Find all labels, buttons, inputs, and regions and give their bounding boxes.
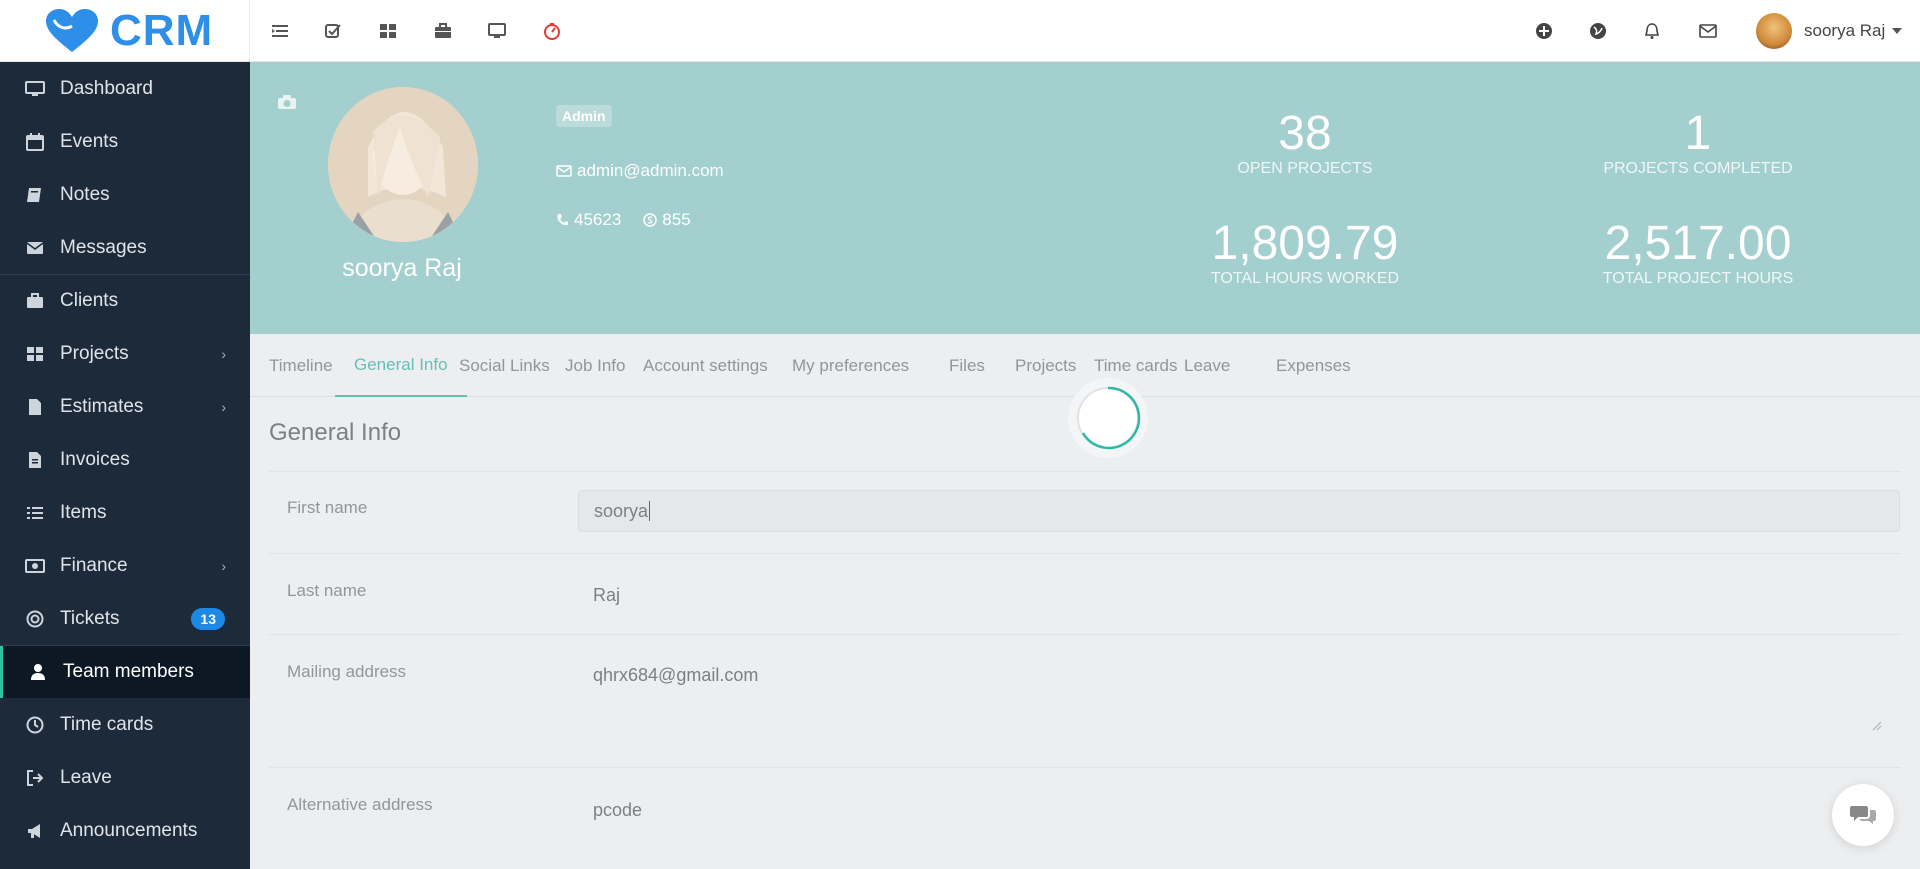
sidebar-item-dashboard[interactable]: Dashboard: [0, 62, 250, 115]
logo-text: CRM: [110, 6, 214, 55]
sidebar-item-label: Messages: [60, 236, 147, 258]
sidebar-item-announcements[interactable]: Announcements: [0, 804, 250, 857]
sidebar-item-label: Time cards: [60, 713, 154, 735]
user-name: soorya Raj: [1804, 21, 1886, 40]
role-badge: Admin: [556, 105, 612, 127]
dashboard-grid-icon[interactable]: [376, 19, 400, 43]
skype-text: 855: [662, 210, 691, 229]
sidebar-item-label: Items: [60, 501, 107, 523]
calendar-icon: [25, 132, 45, 152]
sidebar-item-clients[interactable]: Clients: [0, 274, 250, 327]
timer-clock-icon[interactable]: [540, 19, 564, 43]
app-logo[interactable]: CRM: [0, 0, 250, 62]
sidebar-item-time-cards[interactable]: Time cards: [0, 698, 250, 751]
sidebar-item-messages[interactable]: Messages: [0, 221, 250, 274]
sidebar-item-label: Team members: [63, 660, 194, 682]
sidebar-item-projects[interactable]: Projects ›: [0, 327, 250, 380]
list-icon: [25, 503, 45, 523]
life-ring-icon: [25, 609, 45, 629]
user-menu[interactable]: soorya Raj: [1756, 12, 1903, 50]
sidebar-item-label: Announcements: [60, 819, 198, 841]
profile-name: soorya Raj: [342, 254, 462, 282]
stat-value: 2,517.00: [1604, 217, 1792, 270]
stat-total-hours-worked: 1,809.79 TOTAL HOURS WORKED: [1175, 220, 1435, 288]
top-navbar: CRM soorya Raj: [0, 0, 1920, 62]
stat-label: PROJECTS COMPLETED: [1603, 160, 1793, 177]
sidebar-item-events[interactable]: Events: [0, 115, 250, 168]
sidebar-item-notes[interactable]: Notes: [0, 168, 250, 221]
file-icon: [25, 397, 45, 417]
sidebar-item-label: Notes: [60, 183, 110, 205]
bullhorn-icon: [25, 821, 45, 841]
email-text: admin@admin.com: [577, 161, 724, 180]
sidebar-item-estimates[interactable]: Estimates ›: [0, 380, 250, 433]
stat-label: OPEN PROJECTS: [1237, 160, 1373, 177]
sidebar-item-label: Clients: [60, 289, 119, 311]
sidebar-item-leave[interactable]: Leave: [0, 751, 250, 804]
profile-email: admin@admin.com: [556, 161, 724, 181]
profile-phone: 45623 855: [556, 210, 691, 230]
stat-total-project-hours: 2,517.00 TOTAL PROJECT HOURS: [1568, 220, 1828, 288]
sidebar-item-label: Projects: [60, 342, 129, 364]
sidebar-divider: [0, 645, 250, 646]
sidebar-item-label: Invoices: [60, 448, 130, 470]
file-text-icon: [25, 450, 45, 470]
chevron-right-icon: ›: [221, 345, 226, 362]
chat-button[interactable]: [1832, 784, 1894, 846]
book-icon: [25, 185, 45, 205]
sign-out-icon: [25, 768, 45, 788]
sidebar-item-label: Estimates: [60, 395, 144, 417]
sidebar-item-team-members[interactable]: Team members: [0, 645, 250, 698]
envelope-icon: [25, 238, 45, 258]
stat-value: 38: [1278, 107, 1332, 160]
sidebar-item-finance[interactable]: Finance ›: [0, 539, 250, 592]
skype-icon: [643, 213, 658, 227]
sidebar-item-items[interactable]: Items: [0, 486, 250, 539]
envelope-icon: [556, 165, 572, 177]
add-plus-icon[interactable]: [1532, 19, 1556, 43]
camera-icon[interactable]: [277, 94, 297, 115]
sidebar-item-label: Events: [60, 130, 119, 152]
stat-label: TOTAL PROJECT HOURS: [1602, 270, 1794, 287]
stat-label: TOTAL HOURS WORKED: [1210, 270, 1400, 287]
sidebar-item-label: Tickets: [60, 607, 120, 629]
stat-value: 1: [1684, 107, 1712, 160]
chevron-right-icon: ›: [221, 557, 226, 574]
bell-icon[interactable]: [1640, 19, 1664, 43]
user-icon: [28, 662, 48, 682]
user-avatar: [1756, 13, 1792, 49]
loading-spinner: [1068, 378, 1148, 458]
stat-projects-completed: 1 PROJECTS COMPLETED: [1568, 110, 1828, 178]
sidebar-item-label: Dashboard: [60, 77, 153, 99]
sidebar-item-tickets[interactable]: Tickets 13: [0, 592, 250, 645]
chevron-down-icon: [1892, 28, 1903, 34]
envelope-icon[interactable]: [1696, 19, 1720, 43]
sidebar-divider: [0, 274, 250, 275]
sidebar-item-label: Finance: [60, 554, 128, 576]
menu-toggle-icon[interactable]: [268, 19, 292, 43]
todo-checkbox-icon[interactable]: [321, 19, 345, 43]
phone-icon: [557, 214, 568, 226]
sidebar-item-invoices[interactable]: Invoices: [0, 433, 250, 486]
sidebar: Dashboard Events Notes Messages Clients Proje…: [0, 62, 250, 869]
stat-open-projects: 38 OPEN PROJECTS: [1175, 110, 1435, 178]
tickets-count-badge: 13: [191, 607, 225, 630]
phone-text: 45623: [574, 210, 622, 229]
profile-header: soorya Raj Admin admin@admin.com 45623 8…: [250, 62, 1920, 334]
money-icon: [25, 556, 45, 576]
briefcase-icon[interactable]: [431, 19, 455, 43]
chat-bubbles-icon: [1850, 806, 1876, 824]
clock-icon: [25, 715, 45, 735]
globe-icon[interactable]: [1586, 19, 1610, 43]
monitor-icon: [25, 79, 45, 99]
monitor-icon[interactable]: [485, 19, 509, 43]
grid-icon: [25, 344, 45, 364]
sidebar-item-label: Leave: [60, 766, 112, 788]
stat-value: 1,809.79: [1211, 217, 1399, 270]
spinner-icon: [1077, 386, 1141, 450]
heart-logo-icon: [46, 9, 98, 52]
chevron-right-icon: ›: [221, 398, 226, 415]
briefcase-icon: [25, 291, 45, 311]
profile-avatar: [328, 87, 478, 242]
